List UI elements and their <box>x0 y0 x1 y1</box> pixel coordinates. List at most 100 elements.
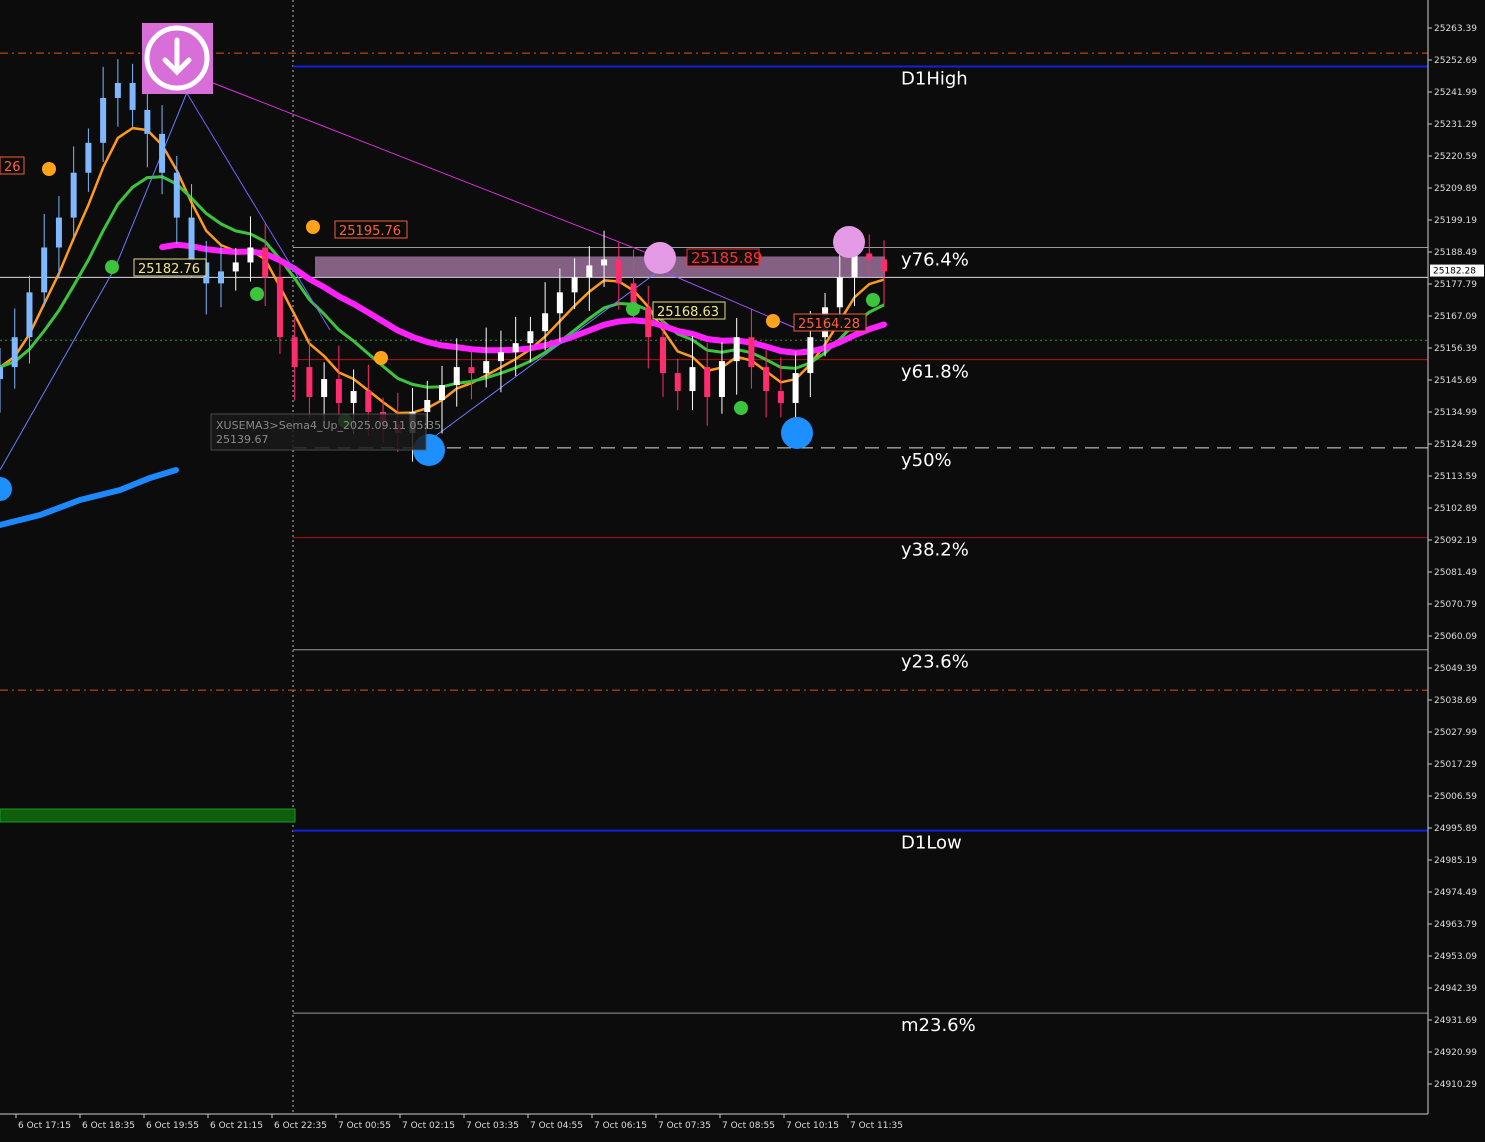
candle-body <box>748 337 755 368</box>
candle-body <box>527 331 534 344</box>
candle-body <box>512 343 519 353</box>
price-tick-label: 25241.99 <box>1434 88 1477 98</box>
candle-body <box>159 133 166 173</box>
swing-low-dot <box>866 293 880 307</box>
level-label-4: y38.2% <box>901 540 969 561</box>
candle-body <box>704 367 711 398</box>
candle-body <box>763 367 770 392</box>
candle-body <box>247 247 254 263</box>
candle-body <box>306 367 313 398</box>
price-tick-label: 25177.79 <box>1434 280 1477 290</box>
time-tick-label: 7 Oct 07:35 <box>658 1121 711 1131</box>
time-tick-label: 6 Oct 22:35 <box>274 1121 327 1131</box>
price-tag-text: 25182.76 <box>138 262 200 277</box>
time-tick-label: 7 Oct 08:55 <box>722 1121 775 1131</box>
current-price-text: 25182.28 <box>1433 267 1476 277</box>
price-tick-label: 24995.89 <box>1434 824 1477 834</box>
swing-low-dot <box>626 302 640 316</box>
swing-high-dot <box>766 314 780 328</box>
price-tag-text: 25164.28 <box>798 317 860 332</box>
candle-body <box>689 367 696 392</box>
price-tick-label: 24910.29 <box>1434 1080 1477 1090</box>
price-tick-label: 25060.09 <box>1434 632 1477 642</box>
swing-low-dot <box>105 260 119 274</box>
candle-body <box>453 367 460 386</box>
candle-body <box>645 307 652 338</box>
demand-zone <box>0 808 296 823</box>
swing-high-dot <box>42 162 56 176</box>
price-tick-label: 25070.79 <box>1434 600 1477 610</box>
candle-body <box>601 259 608 266</box>
candle-body <box>424 400 431 412</box>
candle-body <box>836 277 843 308</box>
price-tick-label: 25145.69 <box>1434 376 1477 386</box>
candle-body <box>615 259 622 284</box>
time-tick-label: 6 Oct 18:35 <box>82 1121 135 1131</box>
trading-chart[interactable]: D1High y76.4% y61.8% y50% y38.2% y23.6% D1Low m… <box>0 0 1485 1138</box>
time-tick-label: 7 Oct 02:15 <box>402 1121 455 1131</box>
time-tick-label: 6 Oct 19:55 <box>146 1121 199 1131</box>
chart-canvas: D1High y76.4% y61.8% y50% y38.2% y23.6% D1Low m… <box>0 0 1485 1138</box>
price-tick-label: 24931.69 <box>1434 1016 1477 1026</box>
candle-body <box>55 217 62 248</box>
level-label-6: D1Low <box>901 833 962 854</box>
candle-body <box>586 265 593 278</box>
price-tick-label: 25027.99 <box>1434 728 1477 738</box>
candle-body <box>792 373 799 403</box>
time-tick-label: 7 Oct 00:55 <box>338 1121 391 1131</box>
price-tick-label: 25188.49 <box>1434 248 1477 258</box>
candle-body <box>777 391 784 403</box>
swing-low-dot <box>250 287 264 301</box>
level-label-3: y50% <box>901 450 952 471</box>
price-tick-label: 25167.09 <box>1434 312 1477 322</box>
candle-body <box>26 292 33 338</box>
time-tick-label: 7 Oct 06:15 <box>594 1121 647 1131</box>
price-tick-label: 25209.89 <box>1434 184 1477 194</box>
price-tag-text: 25195.76 <box>339 224 401 239</box>
candle-body <box>350 391 357 403</box>
candle-body <box>733 337 740 362</box>
tooltip-value: 25139.67 <box>216 433 269 446</box>
candle-body <box>468 367 475 374</box>
price-tick-label: 25199.19 <box>1434 216 1477 226</box>
level-label-7: m23.6% <box>901 1015 976 1036</box>
candle-body <box>276 277 283 338</box>
chart-background <box>0 0 1485 1138</box>
candle-body <box>674 373 681 392</box>
candle-body <box>85 142 92 173</box>
candle-body <box>866 253 873 260</box>
candle-body <box>881 259 887 272</box>
price-tag-text: 26 <box>4 160 21 175</box>
price-tick-label: 25220.59 <box>1434 152 1477 162</box>
tooltip-text: XUSEMA3>Sema4_Up_2025.09.11 05:35 <box>216 419 441 432</box>
time-tick-label: 7 Oct 04:55 <box>530 1121 583 1131</box>
candle-body <box>114 82 121 98</box>
swing-high-dot <box>306 220 320 234</box>
price-tick-label: 25049.39 <box>1434 664 1477 674</box>
level-label-2: y61.8% <box>901 362 969 383</box>
price-tick-label: 24985.19 <box>1434 856 1477 866</box>
candle-body <box>100 97 107 143</box>
candle-body <box>483 361 490 374</box>
candle-body <box>439 385 445 401</box>
candle-body <box>542 313 549 332</box>
time-tick-label: 7 Oct 03:35 <box>466 1121 519 1131</box>
candle-body <box>41 247 48 293</box>
price-tick-label: 25102.89 <box>1434 504 1477 514</box>
major-high-marker <box>833 226 865 258</box>
candle-body <box>291 337 298 368</box>
price-tick-label: 25252.69 <box>1434 56 1477 66</box>
price-tag-text: 25168.63 <box>657 305 719 320</box>
price-tick-label: 24953.09 <box>1434 952 1477 962</box>
candle-body <box>11 337 18 368</box>
price-tick-label: 24920.99 <box>1434 1048 1477 1058</box>
price-tick-label: 25263.39 <box>1434 24 1477 34</box>
major-low-marker <box>781 417 813 449</box>
candle-body <box>262 247 269 278</box>
candle-body <box>321 379 328 398</box>
level-label-0: D1High <box>901 69 968 90</box>
level-label-1: y76.4% <box>901 249 969 270</box>
candle-body <box>365 391 372 412</box>
candle-body <box>232 262 239 272</box>
price-tick-label: 24963.79 <box>1434 920 1477 930</box>
